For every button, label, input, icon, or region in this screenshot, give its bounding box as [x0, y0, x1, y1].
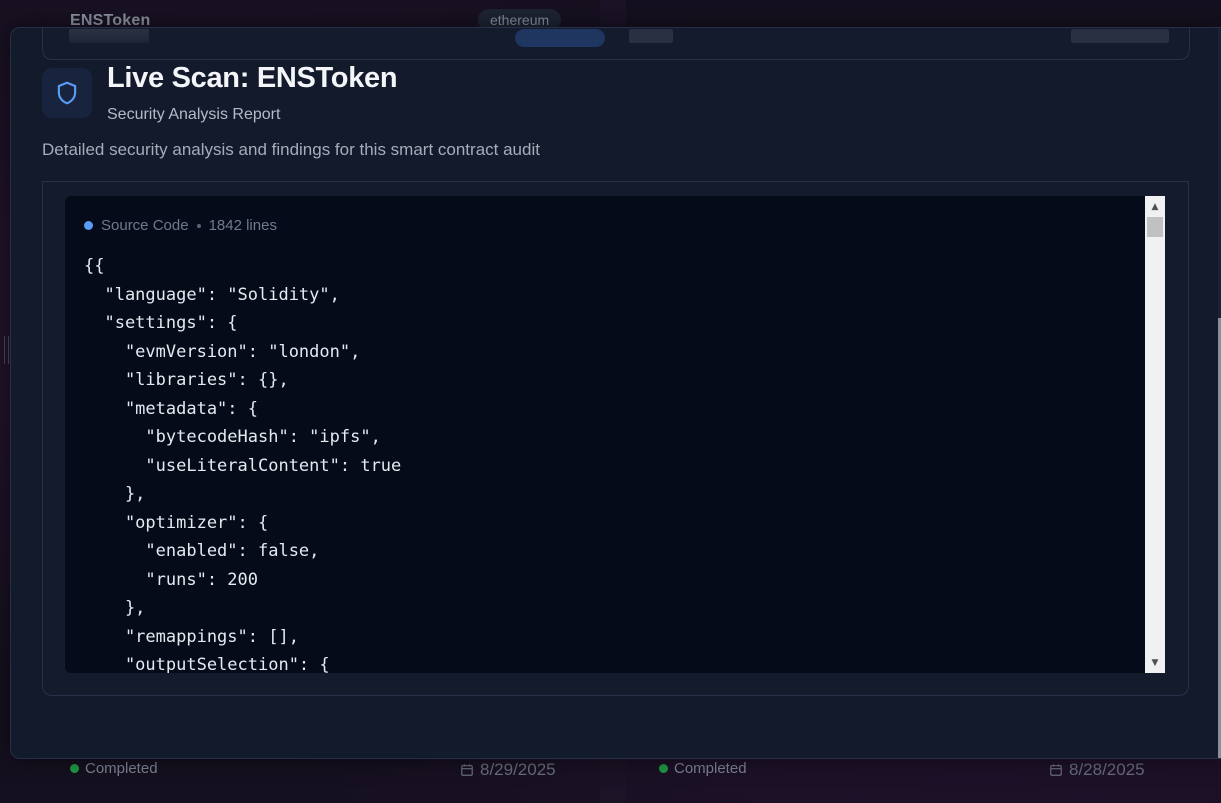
- code-lines: {{ "language": "Solidity", "settings": {…: [84, 252, 401, 673]
- resize-handle[interactable]: [4, 336, 9, 364]
- code-line: "libraries": {},: [84, 370, 289, 390]
- calendar-icon: [1050, 764, 1062, 776]
- modal-subtitle: Security Analysis Report: [107, 106, 281, 123]
- code-line: "enabled": false,: [84, 541, 320, 561]
- bg-date-left-label: 8/29/2025: [480, 760, 556, 779]
- code-line: },: [84, 598, 146, 618]
- faded-label: [1071, 29, 1169, 43]
- shield-icon: [57, 81, 77, 105]
- separator-dot-icon: [196, 223, 201, 228]
- calendar-icon: [461, 764, 473, 776]
- bg-date-left: 8/29/2025: [460, 760, 556, 780]
- code-line-count: 1842 lines: [208, 217, 277, 234]
- faded-label: [69, 29, 149, 43]
- code-line: "runs": 200: [84, 569, 258, 590]
- code-scroll-thumb[interactable]: [1147, 217, 1163, 237]
- code-line: {{: [84, 256, 105, 276]
- status-dot-icon: [70, 764, 79, 773]
- source-code-panel: Source Code 1842 lines {{ "language": "S…: [42, 181, 1189, 696]
- bg-date-right-label: 8/28/2025: [1069, 760, 1145, 779]
- previous-section-card: [42, 28, 1190, 60]
- source-dot-icon: [84, 221, 93, 230]
- bg-status-left: Completed: [70, 760, 158, 777]
- code-line: "bytecodeHash": "ipfs",: [84, 427, 381, 447]
- status-dot-icon: [659, 764, 668, 773]
- code-line: "metadata": {: [84, 398, 258, 419]
- faded-badge: [515, 29, 605, 47]
- code-line: "settings": {: [84, 313, 238, 333]
- code-scrollbar[interactable]: ▲ ▼: [1145, 196, 1165, 673]
- code-line: "outputSelection": {: [84, 655, 330, 673]
- code-label: Source Code: [101, 217, 189, 234]
- code-line: "language": "Solidity",: [84, 284, 340, 305]
- scroll-up-arrow-icon[interactable]: ▲: [1145, 198, 1165, 215]
- shield-icon-container: [42, 68, 92, 118]
- code-line: },: [84, 484, 146, 504]
- modal-title: Live Scan: ENSToken: [107, 62, 398, 94]
- bg-status-right: Completed: [659, 760, 747, 777]
- code-line: "optimizer": {: [84, 512, 269, 533]
- code-line: "useLiteralContent": true: [84, 455, 402, 476]
- code-header: Source Code 1842 lines: [84, 217, 277, 234]
- code-line: "remappings": [],: [84, 626, 299, 647]
- bg-date-right: 8/28/2025: [1049, 760, 1145, 780]
- faded-label: [629, 29, 673, 43]
- code-line: "evmVersion": "london",: [84, 341, 361, 362]
- code-viewer[interactable]: Source Code 1842 lines {{ "language": "S…: [65, 196, 1145, 673]
- bg-status-right-label: Completed: [674, 760, 747, 777]
- scan-report-modal: Live Scan: ENSToken Security Analysis Re…: [10, 27, 1221, 759]
- scroll-down-arrow-icon[interactable]: ▼: [1145, 654, 1165, 671]
- modal-description: Detailed security analysis and findings …: [42, 140, 540, 159]
- bg-status-left-label: Completed: [85, 760, 158, 777]
